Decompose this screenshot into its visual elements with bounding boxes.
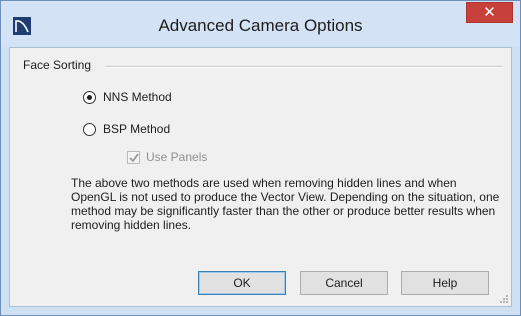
title-bar[interactable]: Advanced Camera Options ✕	[1, 1, 520, 47]
use-panels-option[interactable]: Use Panels	[127, 148, 207, 166]
nns-method-option[interactable]: NNS Method	[83, 88, 172, 106]
bsp-method-option[interactable]: BSP Method	[83, 120, 170, 138]
cancel-button[interactable]: Cancel	[300, 271, 388, 295]
description-text: The above two methods are used when remo…	[71, 176, 500, 232]
ok-button[interactable]: OK	[198, 271, 286, 295]
nns-method-radio[interactable]	[83, 90, 96, 104]
dialog-title: Advanced Camera Options	[158, 16, 363, 35]
resize-grip-icon[interactable]	[499, 294, 509, 304]
bsp-method-radio[interactable]	[83, 122, 96, 136]
checkmark-icon	[129, 152, 139, 162]
close-button[interactable]: ✕	[466, 2, 513, 23]
dialog-window: Advanced Camera Options ✕ Face Sorting N…	[0, 0, 521, 316]
dialog-body: Face Sorting NNS Method BSP Method Use P…	[9, 47, 512, 307]
use-panels-checkbox[interactable]	[127, 150, 140, 164]
group-separator	[105, 66, 503, 68]
nns-method-label: NNS Method	[103, 90, 172, 104]
use-panels-label: Use Panels	[146, 150, 208, 164]
close-icon: ✕	[483, 4, 496, 21]
face-sorting-group-label: Face Sorting	[23, 58, 96, 72]
bsp-method-label: BSP Method	[103, 122, 171, 136]
help-button[interactable]: Help	[401, 271, 489, 295]
